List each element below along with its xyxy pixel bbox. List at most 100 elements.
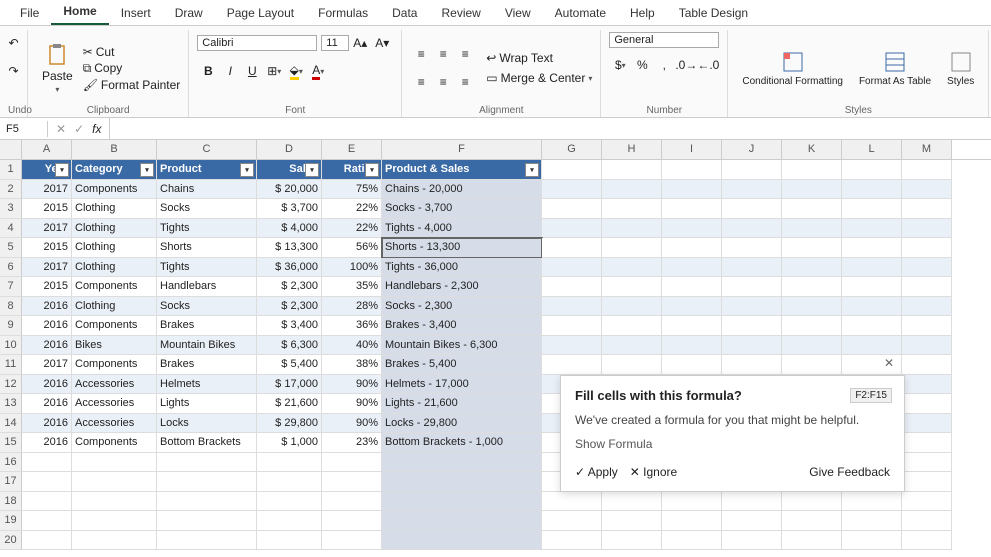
table-cell[interactable] bbox=[722, 316, 782, 336]
accept-formula-icon[interactable]: ✓ bbox=[74, 122, 84, 136]
table-cell[interactable] bbox=[662, 258, 722, 278]
table-header-cell[interactable]: Product & Sales▾ bbox=[382, 160, 542, 180]
table-cell[interactable] bbox=[842, 316, 902, 336]
table-cell[interactable] bbox=[382, 453, 542, 473]
table-cell[interactable] bbox=[602, 531, 662, 551]
align-center-icon[interactable]: ≡ bbox=[432, 71, 454, 93]
table-cell[interactable] bbox=[542, 355, 602, 375]
table-cell[interactable]: Shorts - 13,300 bbox=[382, 238, 542, 258]
table-cell[interactable] bbox=[902, 316, 952, 336]
table-cell[interactable] bbox=[542, 336, 602, 356]
table-cell[interactable]: Components bbox=[72, 433, 157, 453]
row-header[interactable]: 11 bbox=[0, 355, 22, 375]
row-header[interactable]: 5 bbox=[0, 238, 22, 258]
table-cell[interactable] bbox=[902, 336, 952, 356]
table-cell[interactable]: $ 4,000 bbox=[257, 219, 322, 239]
table-cell[interactable] bbox=[72, 472, 157, 492]
table-cell[interactable] bbox=[902, 238, 952, 258]
table-cell[interactable] bbox=[542, 316, 602, 336]
table-cell[interactable]: $ 5,400 bbox=[257, 355, 322, 375]
table-cell[interactable]: $ 2,300 bbox=[257, 297, 322, 317]
show-formula-link[interactable]: Show Formula bbox=[575, 437, 890, 451]
table-cell[interactable] bbox=[72, 453, 157, 473]
tab-draw[interactable]: Draw bbox=[163, 1, 215, 25]
table-cell[interactable] bbox=[782, 180, 842, 200]
table-cell[interactable] bbox=[542, 180, 602, 200]
cancel-formula-icon[interactable]: ✕ bbox=[56, 122, 66, 136]
fx-icon[interactable]: fx bbox=[92, 122, 101, 136]
align-left-icon[interactable]: ≡ bbox=[410, 71, 432, 93]
table-cell[interactable] bbox=[722, 511, 782, 531]
table-cell[interactable]: Chains bbox=[157, 180, 257, 200]
table-cell[interactable]: 2016 bbox=[22, 375, 72, 395]
underline-button[interactable]: U bbox=[241, 60, 263, 82]
table-cell[interactable] bbox=[662, 531, 722, 551]
table-header-cell[interactable] bbox=[782, 160, 842, 180]
table-cell[interactable]: Tights - 4,000 bbox=[382, 219, 542, 239]
table-cell[interactable] bbox=[602, 277, 662, 297]
row-header[interactable]: 17 bbox=[0, 472, 22, 492]
increase-decimal-button[interactable]: .0→ bbox=[675, 54, 697, 76]
table-cell[interactable] bbox=[842, 492, 902, 512]
table-cell[interactable]: 40% bbox=[322, 336, 382, 356]
table-cell[interactable] bbox=[22, 492, 72, 512]
table-cell[interactable] bbox=[842, 258, 902, 278]
table-header-cell[interactable]: Sales▾ bbox=[257, 160, 322, 180]
currency-button[interactable]: $▾ bbox=[609, 54, 631, 76]
decrease-font-icon[interactable]: A▾ bbox=[371, 32, 393, 54]
table-cell[interactable]: $ 1,000 bbox=[257, 433, 322, 453]
table-cell[interactable] bbox=[602, 336, 662, 356]
col-header-K[interactable]: K bbox=[782, 140, 842, 159]
table-cell[interactable]: $ 21,600 bbox=[257, 394, 322, 414]
table-cell[interactable]: Tights - 36,000 bbox=[382, 258, 542, 278]
table-cell[interactable]: Lights - 21,600 bbox=[382, 394, 542, 414]
table-cell[interactable] bbox=[257, 453, 322, 473]
table-cell[interactable]: 36% bbox=[322, 316, 382, 336]
table-cell[interactable] bbox=[782, 277, 842, 297]
close-icon[interactable]: ✕ bbox=[884, 356, 894, 370]
table-cell[interactable] bbox=[842, 511, 902, 531]
table-cell[interactable] bbox=[542, 219, 602, 239]
table-cell[interactable] bbox=[782, 355, 842, 375]
merge-center-button[interactable]: ▭Merge & Center▾ bbox=[486, 71, 592, 85]
table-cell[interactable] bbox=[722, 219, 782, 239]
table-cell[interactable] bbox=[382, 531, 542, 551]
row-header[interactable]: 1 bbox=[0, 160, 22, 180]
table-cell[interactable] bbox=[157, 492, 257, 512]
format-painter-button[interactable]: 🖌Format Painter bbox=[83, 78, 181, 92]
table-cell[interactable] bbox=[782, 511, 842, 531]
table-cell[interactable] bbox=[322, 453, 382, 473]
table-cell[interactable] bbox=[322, 472, 382, 492]
table-cell[interactable] bbox=[902, 414, 952, 434]
table-cell[interactable]: 2015 bbox=[22, 199, 72, 219]
table-cell[interactable] bbox=[602, 297, 662, 317]
border-button[interactable]: ⊞▾ bbox=[263, 60, 285, 82]
table-cell[interactable] bbox=[382, 511, 542, 531]
cut-button[interactable]: ✂Cut bbox=[83, 45, 181, 59]
tab-table-design[interactable]: Table Design bbox=[667, 1, 760, 25]
table-cell[interactable]: $ 13,300 bbox=[257, 238, 322, 258]
table-cell[interactable]: $ 2,300 bbox=[257, 277, 322, 297]
table-cell[interactable] bbox=[782, 297, 842, 317]
format-as-table-button[interactable]: Format As Table bbox=[853, 48, 937, 89]
filter-dropdown-icon[interactable]: ▾ bbox=[525, 163, 539, 177]
row-header[interactable]: 12 bbox=[0, 375, 22, 395]
tab-page-layout[interactable]: Page Layout bbox=[215, 1, 306, 25]
comma-button[interactable]: , bbox=[653, 54, 675, 76]
apply-button[interactable]: ✓ Apply bbox=[575, 465, 618, 479]
table-cell[interactable] bbox=[722, 531, 782, 551]
table-cell[interactable]: Components bbox=[72, 277, 157, 297]
row-header[interactable]: 7 bbox=[0, 277, 22, 297]
row-header[interactable]: 19 bbox=[0, 511, 22, 531]
table-cell[interactable]: 2017 bbox=[22, 180, 72, 200]
table-cell[interactable]: Tights bbox=[157, 219, 257, 239]
table-cell[interactable]: 2017 bbox=[22, 355, 72, 375]
table-cell[interactable] bbox=[902, 492, 952, 512]
table-cell[interactable] bbox=[662, 277, 722, 297]
table-cell[interactable] bbox=[662, 297, 722, 317]
table-cell[interactable] bbox=[782, 219, 842, 239]
tab-data[interactable]: Data bbox=[380, 1, 429, 25]
table-cell[interactable] bbox=[662, 199, 722, 219]
table-cell[interactable] bbox=[902, 277, 952, 297]
copy-button[interactable]: ⧉Copy bbox=[83, 61, 181, 76]
